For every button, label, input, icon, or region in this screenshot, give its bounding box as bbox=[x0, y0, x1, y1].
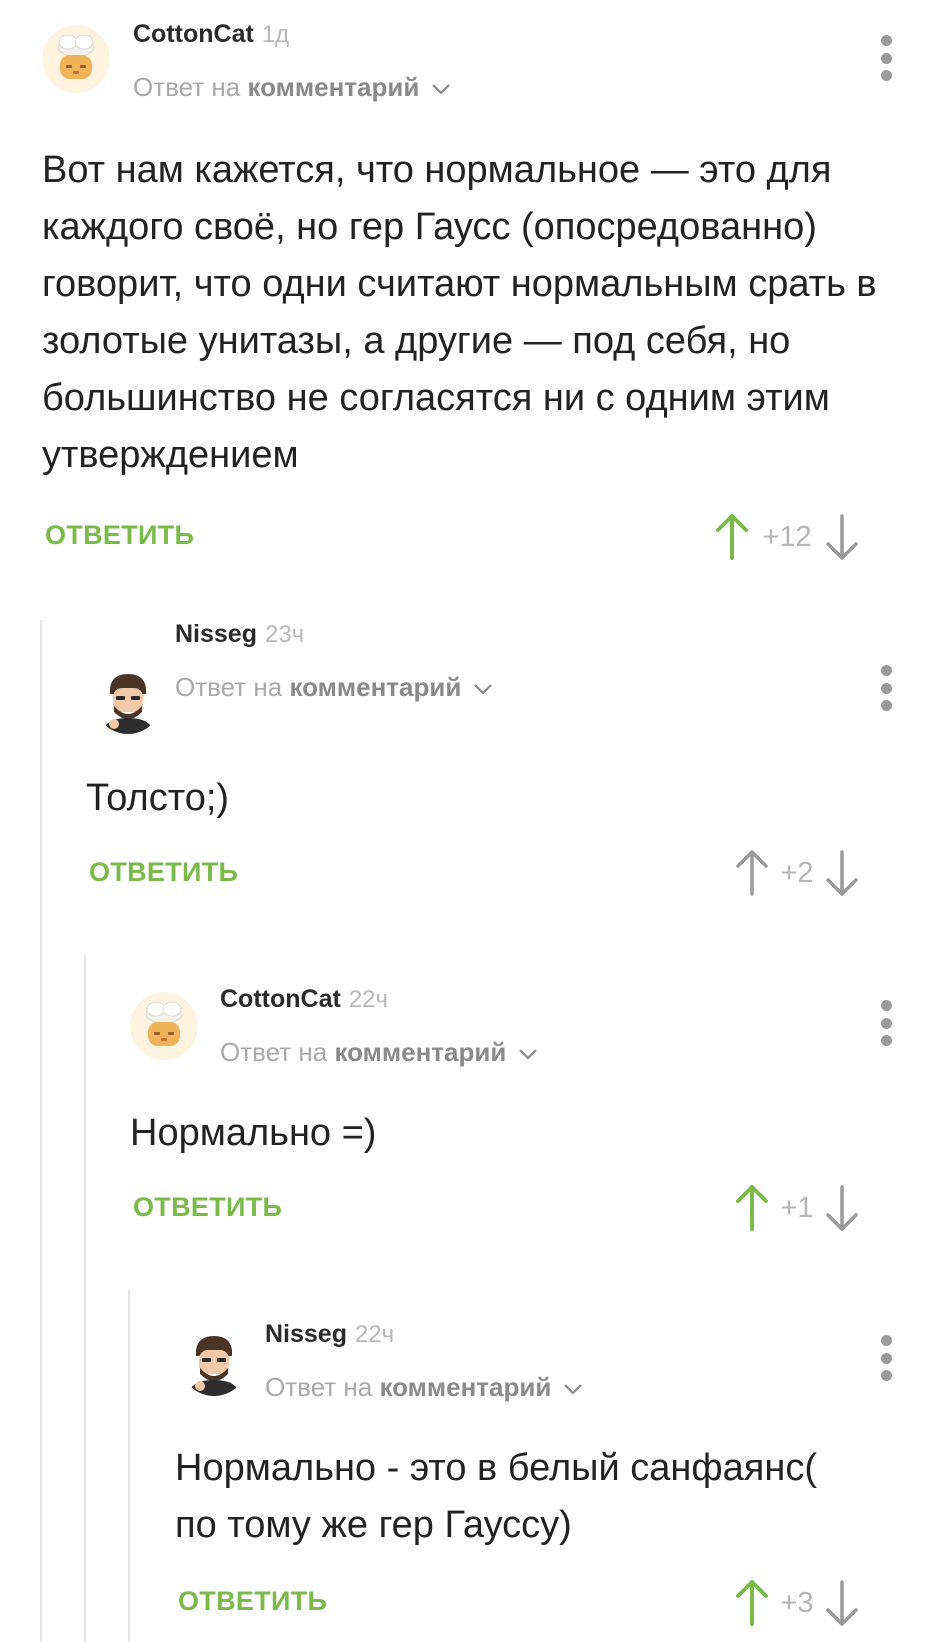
comment-text: Нормально =) bbox=[130, 1112, 377, 1154]
reply-to-link[interactable]: Ответ на комментарий bbox=[175, 672, 493, 703]
reply-to-link[interactable]: Ответ на комментарий bbox=[220, 1037, 538, 1068]
comment-text: Нормально - это в белый санфаянс( по том… bbox=[175, 1447, 818, 1546]
downvote-arrow-icon[interactable] bbox=[822, 1578, 862, 1628]
comment-text: Толсто;) bbox=[86, 777, 230, 819]
username-text[interactable]: CottonCat bbox=[133, 20, 254, 48]
nisseg-avatar[interactable] bbox=[180, 1328, 248, 1396]
reply-button[interactable]: ОТВЕТИТЬ bbox=[45, 520, 194, 551]
downvote-arrow-icon[interactable] bbox=[822, 512, 862, 562]
username-text[interactable]: CottonCat bbox=[220, 985, 341, 1013]
more-options-icon[interactable] bbox=[876, 998, 896, 1048]
reply-to-prefix: Ответ на bbox=[265, 1372, 373, 1402]
reply-button[interactable]: ОТВЕТИТЬ bbox=[89, 857, 238, 888]
reply-to-prefix: Ответ на bbox=[133, 72, 241, 102]
vote-score: +12 bbox=[762, 520, 812, 553]
reply-to-target[interactable]: комментарий bbox=[289, 672, 461, 702]
more-options-icon[interactable] bbox=[876, 1333, 896, 1383]
reply-to-link[interactable]: Ответ на комментарий bbox=[265, 1372, 583, 1403]
upvote-arrow-icon[interactable] bbox=[732, 848, 772, 898]
username[interactable]: Nisseg 23ч bbox=[175, 620, 304, 649]
more-options-icon[interactable] bbox=[876, 663, 896, 713]
comment: CottonCat 1д Ответ на комментарий Вот нам… bbox=[0, 0, 945, 590]
username[interactable]: CottonCat 22ч bbox=[220, 985, 388, 1014]
reply-to-target[interactable]: комментарий bbox=[334, 1037, 506, 1067]
chevron-down-icon[interactable] bbox=[431, 82, 451, 96]
reply-to-prefix: Ответ на bbox=[175, 672, 283, 702]
thread-line-level-3 bbox=[128, 1290, 130, 1642]
thread-line-level-2 bbox=[84, 955, 86, 1642]
vote-score: +1 bbox=[780, 1191, 814, 1224]
comment-time: 23ч bbox=[264, 621, 305, 648]
vote-controls: +2 bbox=[732, 848, 862, 898]
reply-button[interactable]: ОТВЕТИТЬ bbox=[178, 1586, 327, 1617]
vote-controls: +1 bbox=[732, 1183, 862, 1233]
chevron-down-icon[interactable] bbox=[518, 1047, 538, 1061]
reply-to-prefix: Ответ на bbox=[220, 1037, 328, 1067]
comment-time: 22ч bbox=[354, 1321, 395, 1348]
comment-thread: CottonCat 1д Ответ на комментарий Вот нам… bbox=[0, 0, 945, 1642]
thread-line-level-1 bbox=[40, 620, 42, 1642]
downvote-arrow-icon[interactable] bbox=[822, 848, 862, 898]
vote-score: +2 bbox=[780, 856, 814, 889]
username[interactable]: Nisseg 22ч bbox=[265, 1320, 394, 1349]
username-text[interactable]: Nisseg bbox=[175, 620, 257, 648]
upvote-arrow-icon[interactable] bbox=[712, 512, 752, 562]
downvote-arrow-icon[interactable] bbox=[822, 1183, 862, 1233]
nisseg-avatar[interactable] bbox=[94, 666, 162, 734]
reply-button[interactable]: ОТВЕТИТЬ bbox=[133, 1192, 282, 1223]
cotton-cat-avatar[interactable] bbox=[42, 25, 110, 93]
comment-text: Вот нам кажется, что нормальное — это дл… bbox=[42, 149, 877, 476]
username[interactable]: CottonCat 1д bbox=[133, 20, 289, 49]
vote-score: +3 bbox=[780, 1586, 814, 1619]
username-text[interactable]: Nisseg bbox=[265, 1320, 347, 1348]
comment-time: 1д bbox=[261, 21, 290, 48]
more-options-icon[interactable] bbox=[876, 33, 896, 83]
upvote-arrow-icon[interactable] bbox=[732, 1183, 772, 1233]
comment-time: 22ч bbox=[348, 986, 389, 1013]
vote-controls: +3 bbox=[732, 1578, 862, 1628]
upvote-arrow-icon[interactable] bbox=[732, 1578, 772, 1628]
reply-to-target[interactable]: комментарий bbox=[247, 72, 419, 102]
reply-to-link[interactable]: Ответ на комментарий bbox=[133, 72, 451, 103]
cotton-cat-avatar[interactable] bbox=[130, 992, 198, 1060]
reply-to-target[interactable]: комментарий bbox=[379, 1372, 551, 1402]
chevron-down-icon[interactable] bbox=[473, 682, 493, 696]
chevron-down-icon[interactable] bbox=[563, 1382, 583, 1396]
vote-controls: +12 bbox=[712, 512, 862, 562]
